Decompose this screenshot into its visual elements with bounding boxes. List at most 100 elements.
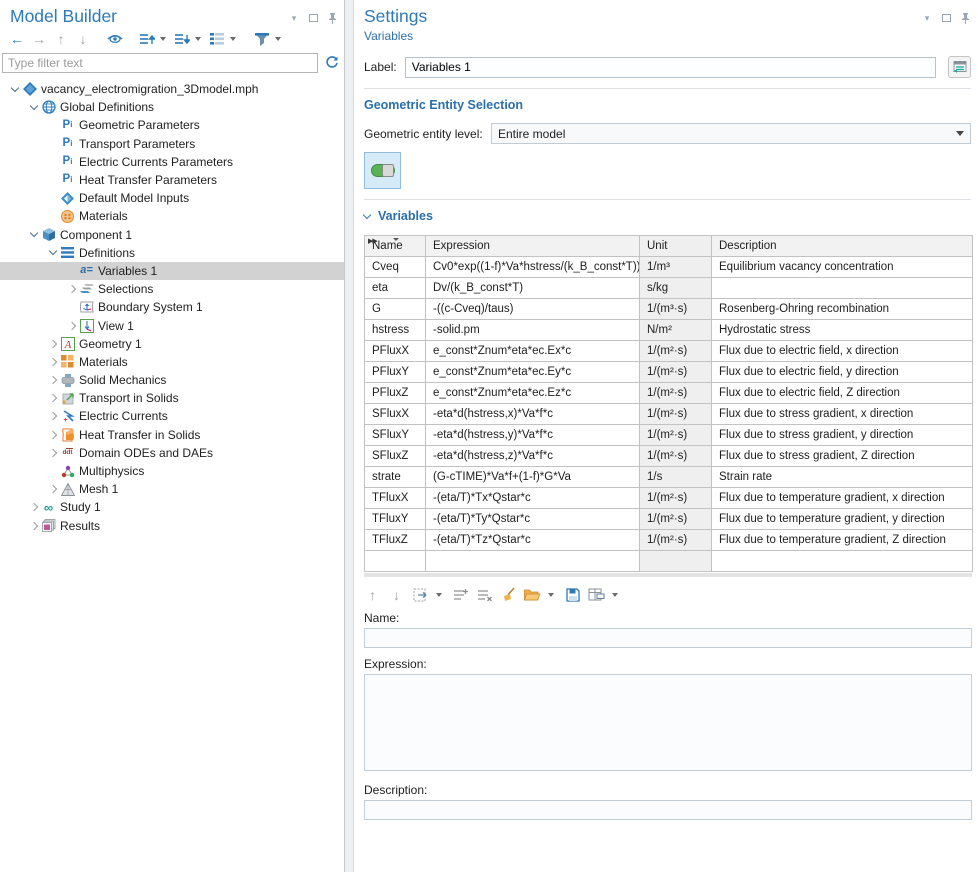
cell-expression[interactable]: -(eta/T)*Tx*Qstar*c — [426, 488, 640, 509]
sort-columns-icon[interactable]: ▶▶ — [368, 237, 377, 245]
tree-item-multiphysics[interactable]: Multiphysics — [0, 462, 344, 480]
cell-name[interactable]: G — [365, 299, 426, 320]
cell-expression[interactable]: -solid.pm — [426, 320, 640, 341]
tree-item-domain-odes[interactable]: ddt Domain ODEs and DAEs — [0, 444, 344, 462]
cell-description[interactable]: Rosenberg-Ohring recombination — [712, 299, 973, 320]
expander-icon[interactable] — [46, 377, 59, 383]
move-up-icon[interactable]: ↑ — [52, 30, 70, 48]
tree-item-selections[interactable]: Selections — [0, 280, 344, 298]
cell-expression[interactable]: Cv0*exp((1-f)*Va*hstress/(k_B_const*T)) — [426, 257, 640, 278]
cell-description[interactable]: Hydrostatic stress — [712, 320, 973, 341]
panel-pin-icon[interactable] — [326, 12, 338, 24]
label-input[interactable] — [405, 57, 936, 78]
tree-item-mesh-1[interactable]: Mesh 1 — [0, 480, 344, 498]
cell-expression[interactable]: Dv/(k_B_const*T) — [426, 278, 640, 299]
expression-input[interactable] — [364, 674, 972, 771]
cell-description[interactable]: Flux due to temperature gradient, x dire… — [712, 488, 973, 509]
name-input[interactable] — [364, 628, 972, 648]
save-file-icon[interactable] — [564, 586, 581, 603]
tree-item-component-1[interactable]: Component 1 — [0, 226, 344, 244]
tree-item-materials-global[interactable]: Materials — [0, 207, 344, 225]
panel-pin-icon[interactable] — [959, 12, 971, 24]
tree-item-heat-transfer-in-solids[interactable]: Heat Transfer in Solids — [0, 426, 344, 444]
collapse-all-icon[interactable] — [173, 30, 191, 48]
cell-expression[interactable] — [426, 551, 640, 572]
cell-expression[interactable]: -eta*d(hstress,z)*Va*f*c — [426, 446, 640, 467]
settings-subtitle[interactable]: Variables — [364, 29, 971, 43]
show-in-form-button[interactable] — [948, 56, 971, 78]
move-to-icon[interactable] — [412, 586, 429, 603]
cell-description[interactable] — [712, 278, 973, 299]
cell-description[interactable]: Flux due to stress gradient, Z direction — [712, 446, 973, 467]
cell-description[interactable]: Flux due to temperature gradient, Z dire… — [712, 530, 973, 551]
load-file-icon[interactable] — [524, 586, 541, 603]
cell-name[interactable]: SFluxZ — [365, 446, 426, 467]
cell-expression[interactable]: e_const*Znum*eta*ec.Ex*c — [426, 341, 640, 362]
forward-icon[interactable]: → — [30, 30, 48, 48]
expander-icon[interactable] — [46, 432, 59, 438]
move-down-icon[interactable]: ↓ — [388, 586, 405, 603]
tree-item-solid-mechanics[interactable]: Solid Mechanics — [0, 371, 344, 389]
cell-description[interactable]: Flux due to electric field, x direction — [712, 341, 973, 362]
tree-item-default-model-inputs[interactable]: Default Model Inputs — [0, 189, 344, 207]
cell-description[interactable]: Flux due to electric field, Z direction — [712, 383, 973, 404]
move-up-icon[interactable]: ↑ — [364, 586, 381, 603]
cell-name[interactable]: strate — [365, 467, 426, 488]
cell-description[interactable]: Flux due to temperature gradient, y dire… — [712, 509, 973, 530]
tree-item-study-1[interactable]: ∞ Study 1 — [0, 498, 344, 516]
back-icon[interactable]: ← — [8, 30, 26, 48]
description-input[interactable] — [364, 800, 972, 820]
section-collapse-icon[interactable] — [363, 210, 371, 218]
cell-expression[interactable]: -eta*d(hstress,y)*Va*f*c — [426, 425, 640, 446]
filter-icon[interactable] — [253, 30, 271, 48]
expander-icon[interactable] — [27, 523, 40, 529]
cell-name[interactable]: PFluxZ — [365, 383, 426, 404]
tree-item-root-mph[interactable]: vacancy_electromigration_3Dmodel.mph — [0, 80, 344, 98]
cell-expression[interactable]: -((c-Cveq)/taus) — [426, 299, 640, 320]
expand-all-caret-icon[interactable] — [160, 37, 166, 41]
expander-icon[interactable] — [27, 504, 40, 510]
cell-name[interactable]: PFluxX — [365, 341, 426, 362]
show-icon[interactable] — [106, 30, 124, 48]
clear-table-icon[interactable] — [500, 586, 517, 603]
active-selection-toggle-button[interactable] — [364, 152, 401, 189]
geometric-entity-level-select[interactable]: Entire model — [491, 123, 971, 144]
panel-float-icon[interactable] — [307, 12, 319, 24]
panel-float-icon[interactable] — [940, 12, 952, 24]
table-scrollbar-track[interactable] — [364, 573, 972, 577]
cell-description[interactable]: Flux due to stress gradient, x direction — [712, 404, 973, 425]
node-text-caret-icon[interactable] — [230, 37, 236, 41]
tree-item-electric-currents[interactable]: + Electric Currents — [0, 407, 344, 425]
cell-description[interactable]: Equilibrium vacancy concentration — [712, 257, 973, 278]
tree-item-global-definitions[interactable]: Global Definitions — [0, 98, 344, 116]
move-to-caret-icon[interactable] — [436, 593, 442, 597]
edit-table-icon[interactable] — [588, 586, 605, 603]
cell-name[interactable] — [365, 551, 426, 572]
panel-dropdown-icon[interactable]: ▾ — [921, 12, 933, 24]
edit-table-caret-icon[interactable] — [612, 593, 618, 597]
cell-name[interactable]: TFluxZ — [365, 530, 426, 551]
collapse-all-caret-icon[interactable] — [195, 37, 201, 41]
tree-item-geometric-parameters[interactable]: Pi Geometric Parameters — [0, 116, 344, 134]
cell-name[interactable]: TFluxY — [365, 509, 426, 530]
expander-icon[interactable] — [46, 486, 59, 492]
expand-all-icon[interactable] — [138, 30, 156, 48]
expander-icon[interactable] — [8, 88, 21, 91]
expander-icon[interactable] — [27, 233, 40, 236]
add-row-icon[interactable] — [452, 586, 469, 603]
cell-expression[interactable]: -eta*d(hstress,x)*Va*f*c — [426, 404, 640, 425]
tree-item-geometry-1[interactable]: A Geometry 1 — [0, 335, 344, 353]
cell-expression[interactable]: (G-cTIME)*Va*f+(1-f)*G*Va — [426, 467, 640, 488]
cell-description[interactable]: Flux due to electric field, y direction — [712, 362, 973, 383]
expander-icon[interactable] — [46, 450, 59, 456]
tree-item-results[interactable]: Results — [0, 517, 344, 535]
cell-description[interactable] — [712, 551, 973, 572]
cell-expression[interactable]: -(eta/T)*Tz*Qstar*c — [426, 530, 640, 551]
expander-icon[interactable] — [46, 359, 59, 365]
column-header-name[interactable]: ▶▶ Name — [365, 236, 426, 257]
cell-name[interactable]: TFluxX — [365, 488, 426, 509]
cell-name[interactable]: SFluxY — [365, 425, 426, 446]
expander-icon[interactable] — [27, 106, 40, 109]
expander-icon[interactable] — [46, 413, 59, 419]
tree-filter-input[interactable] — [2, 53, 318, 73]
